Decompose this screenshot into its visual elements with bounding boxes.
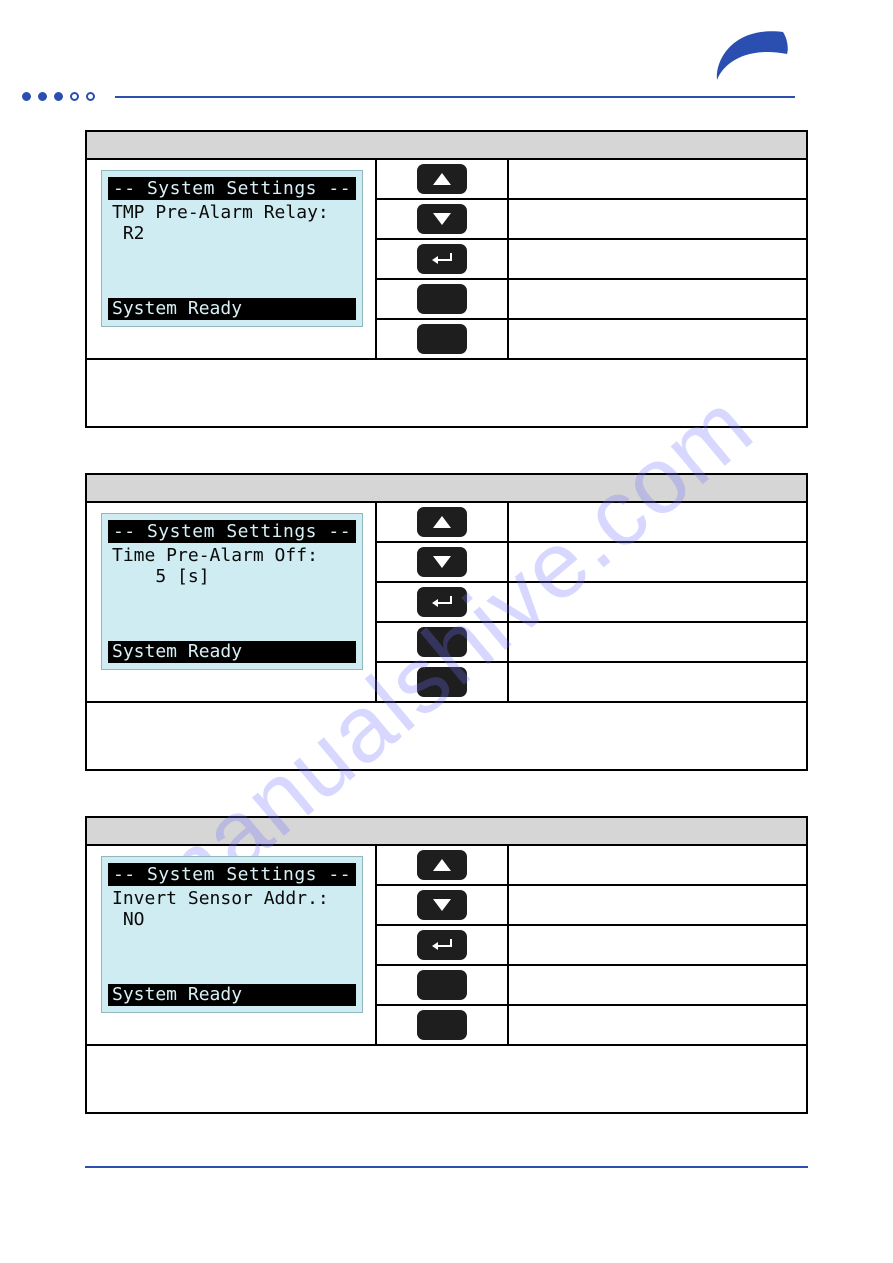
lcd-line: TMP Pre-Alarm Relay: — [112, 202, 329, 223]
lcd-screen: -- System Settings -- TMP Pre-Alarm Rela… — [101, 170, 363, 327]
enter-button[interactable] — [417, 587, 467, 617]
description-cell — [509, 583, 806, 623]
dot-icon — [22, 92, 31, 101]
content-area: -- System Settings -- TMP Pre-Alarm Rela… — [0, 100, 893, 1114]
up-button[interactable] — [417, 507, 467, 537]
blank-button[interactable] — [417, 627, 467, 657]
lcd-header: -- System Settings -- — [108, 520, 356, 543]
description-cell — [509, 240, 806, 280]
footer-rule — [85, 1166, 808, 1168]
description-column — [509, 846, 806, 1044]
settings-panel: -- System Settings -- Time Pre-Alarm Off… — [85, 473, 808, 771]
settings-panel: -- System Settings -- Invert Sensor Addr… — [85, 816, 808, 1114]
down-button[interactable] — [417, 204, 467, 234]
description-cell — [509, 663, 806, 701]
down-arrow-icon — [432, 898, 452, 912]
lcd-body: TMP Pre-Alarm Relay: R2 — [108, 200, 356, 296]
lcd-screen: -- System Settings -- Invert Sensor Addr… — [101, 856, 363, 1013]
down-button[interactable] — [417, 890, 467, 920]
blank-button[interactable] — [417, 284, 467, 314]
button-column — [377, 503, 509, 701]
lcd-body: Time Pre-Alarm Off: 5 [s] — [108, 543, 356, 639]
page-header — [0, 0, 893, 100]
description-cell — [509, 966, 806, 1006]
description-cell — [509, 543, 806, 583]
enter-icon — [429, 594, 455, 610]
blank-button[interactable] — [417, 667, 467, 697]
description-cell — [509, 926, 806, 966]
lcd-header: -- System Settings -- — [108, 177, 356, 200]
enter-button[interactable] — [417, 930, 467, 960]
header-dots — [22, 92, 95, 101]
button-column — [377, 160, 509, 358]
logo-crescent-icon — [705, 30, 793, 90]
description-cell — [509, 160, 806, 200]
description-cell — [509, 320, 806, 358]
description-cell — [509, 846, 806, 886]
description-cell — [509, 280, 806, 320]
up-button[interactable] — [417, 850, 467, 880]
description-cell — [509, 886, 806, 926]
blank-button[interactable] — [417, 1010, 467, 1040]
lcd-line: 5 [s] — [112, 566, 210, 587]
lcd-line: R2 — [112, 223, 145, 244]
down-arrow-icon — [432, 555, 452, 569]
lcd-cell: -- System Settings -- TMP Pre-Alarm Rela… — [87, 160, 377, 358]
panel-title-bar — [87, 475, 806, 503]
panel-notes — [87, 703, 806, 769]
up-arrow-icon — [432, 858, 452, 872]
description-cell — [509, 623, 806, 663]
dot-icon — [70, 92, 79, 101]
description-cell — [509, 200, 806, 240]
lcd-cell: -- System Settings -- Invert Sensor Addr… — [87, 846, 377, 1044]
lcd-status: System Ready — [108, 641, 356, 663]
dot-icon — [38, 92, 47, 101]
blank-button[interactable] — [417, 970, 467, 1000]
dot-icon — [54, 92, 63, 101]
lcd-screen: -- System Settings -- Time Pre-Alarm Off… — [101, 513, 363, 670]
enter-icon — [429, 251, 455, 267]
description-cell — [509, 1006, 806, 1044]
lcd-status: System Ready — [108, 984, 356, 1006]
lcd-line: Time Pre-Alarm Off: — [112, 545, 318, 566]
panel-title-bar — [87, 132, 806, 160]
panel-notes — [87, 1046, 806, 1112]
lcd-cell: -- System Settings -- Time Pre-Alarm Off… — [87, 503, 377, 701]
lcd-body: Invert Sensor Addr.: NO — [108, 886, 356, 982]
button-column — [377, 846, 509, 1044]
header-rule — [115, 96, 795, 98]
lcd-line: NO — [112, 909, 145, 930]
lcd-line: Invert Sensor Addr.: — [112, 888, 329, 909]
panel-notes — [87, 360, 806, 426]
up-arrow-icon — [432, 515, 452, 529]
dot-icon — [86, 92, 95, 101]
down-button[interactable] — [417, 547, 467, 577]
blank-button[interactable] — [417, 324, 467, 354]
up-arrow-icon — [432, 172, 452, 186]
description-column — [509, 503, 806, 701]
panel-title-bar — [87, 818, 806, 846]
description-column — [509, 160, 806, 358]
up-button[interactable] — [417, 164, 467, 194]
lcd-header: -- System Settings -- — [108, 863, 356, 886]
lcd-status: System Ready — [108, 298, 356, 320]
settings-panel: -- System Settings -- TMP Pre-Alarm Rela… — [85, 130, 808, 428]
down-arrow-icon — [432, 212, 452, 226]
description-cell — [509, 503, 806, 543]
enter-icon — [429, 937, 455, 953]
enter-button[interactable] — [417, 244, 467, 274]
